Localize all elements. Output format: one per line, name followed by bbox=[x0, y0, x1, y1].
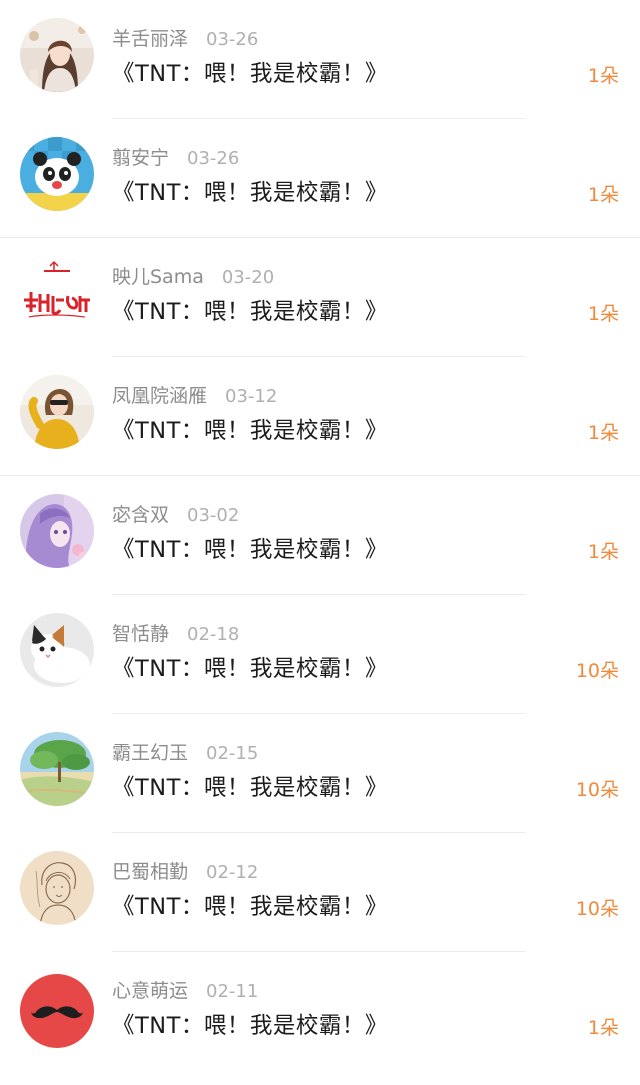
flower-count: 10朵 bbox=[575, 660, 619, 682]
book-title[interactable]: 《TNT：喂！我是校霸！》 bbox=[112, 1008, 388, 1044]
avatar[interactable] bbox=[20, 375, 94, 449]
gift-list: 羊舌丽泽 03-26 《TNT：喂！我是校霸！》 1朵 翦安宁 03-26 《T… bbox=[0, 0, 640, 1085]
entry-date: 03-26 bbox=[187, 148, 240, 169]
list-item[interactable]: 宓含双 03-02 《TNT：喂！我是校霸！》 1朵 bbox=[0, 476, 640, 595]
entry-meta: 心意萌运 02-11 bbox=[112, 976, 258, 1006]
book-title[interactable]: 《TNT：喂！我是校霸！》 bbox=[112, 651, 388, 687]
handwriting-logo-avatar-icon bbox=[20, 256, 94, 330]
avatar[interactable] bbox=[20, 18, 94, 92]
entry-meta: 羊舌丽泽 03-26 bbox=[112, 24, 258, 54]
avatar[interactable] bbox=[20, 732, 94, 806]
flower-count: 10朵 bbox=[575, 898, 619, 920]
avatar[interactable] bbox=[20, 974, 94, 1048]
book-title[interactable]: 《TNT：喂！我是校霸！》 bbox=[112, 294, 388, 330]
flower-count: 1朵 bbox=[587, 1017, 619, 1039]
user-name[interactable]: 映儿Sama bbox=[112, 266, 204, 288]
mustache-avatar-icon bbox=[20, 974, 94, 1048]
book-title[interactable]: 《TNT：喂！我是校霸！》 bbox=[112, 889, 388, 925]
flower-count: 1朵 bbox=[587, 184, 619, 206]
user-name[interactable]: 凤凰院涵雁 bbox=[112, 385, 207, 407]
entry-meta: 翦安宁 03-26 bbox=[112, 143, 239, 173]
entry-date: 02-12 bbox=[206, 862, 259, 883]
flower-count: 10朵 bbox=[575, 779, 619, 801]
entry-date: 03-26 bbox=[206, 29, 259, 50]
girl-photo-avatar-icon bbox=[20, 18, 94, 92]
flower-count: 1朵 bbox=[587, 65, 619, 87]
entry-date: 03-02 bbox=[187, 505, 240, 526]
list-item[interactable]: 羊舌丽泽 03-26 《TNT：喂！我是校霸！》 1朵 bbox=[0, 0, 640, 119]
entry-meta: 智恬静 02-18 bbox=[112, 619, 239, 649]
avatar[interactable] bbox=[20, 494, 94, 568]
user-name[interactable]: 宓含双 bbox=[112, 504, 169, 526]
list-item[interactable]: 翦安宁 03-26 《TNT：喂！我是校霸！》 1朵 bbox=[0, 119, 640, 238]
anime-girl-avatar-icon bbox=[20, 494, 94, 568]
entry-meta: 宓含双 03-02 bbox=[112, 500, 239, 530]
list-item[interactable]: 霸王幻玉 02-15 《TNT：喂！我是校霸！》 10朵 bbox=[0, 714, 640, 833]
user-name[interactable]: 心意萌运 bbox=[112, 980, 188, 1002]
list-item[interactable]: 巴蜀相勤 02-12 《TNT：喂！我是校霸！》 10朵 bbox=[0, 833, 640, 952]
cat-avatar-icon bbox=[20, 613, 94, 687]
entry-date: 02-11 bbox=[206, 981, 259, 1002]
user-name[interactable]: 翦安宁 bbox=[112, 147, 169, 169]
avatar[interactable] bbox=[20, 256, 94, 330]
entry-meta: 霸王幻玉 02-15 bbox=[112, 738, 258, 768]
flower-count: 1朵 bbox=[587, 422, 619, 444]
book-title[interactable]: 《TNT：喂！我是校霸！》 bbox=[112, 175, 388, 211]
avatar[interactable] bbox=[20, 137, 94, 211]
list-item[interactable]: 智恬静 02-18 《TNT：喂！我是校霸！》 10朵 bbox=[0, 595, 640, 714]
book-title[interactable]: 《TNT：喂！我是校霸！》 bbox=[112, 56, 388, 92]
list-item[interactable]: 映儿Sama 03-20 《TNT：喂！我是校霸！》 1朵 bbox=[0, 238, 640, 357]
panda-avatar-icon bbox=[20, 137, 94, 211]
user-name[interactable]: 霸王幻玉 bbox=[112, 742, 188, 764]
user-name[interactable]: 智恬静 bbox=[112, 623, 169, 645]
flower-count: 1朵 bbox=[587, 541, 619, 563]
list-item[interactable]: 心意萌运 02-11 《TNT：喂！我是校霸！》 1朵 bbox=[0, 952, 640, 1071]
landscape-avatar-icon bbox=[20, 732, 94, 806]
entry-meta: 凤凰院涵雁 03-12 bbox=[112, 381, 277, 411]
book-title[interactable]: 《TNT：喂！我是校霸！》 bbox=[112, 770, 388, 806]
entry-date: 02-15 bbox=[206, 743, 259, 764]
user-name[interactable]: 巴蜀相勤 bbox=[112, 861, 188, 883]
flower-count: 1朵 bbox=[587, 303, 619, 325]
book-title[interactable]: 《TNT：喂！我是校霸！》 bbox=[112, 413, 388, 449]
list-item[interactable]: 凤凰院涵雁 03-12 《TNT：喂！我是校霸！》 1朵 bbox=[0, 357, 640, 476]
book-title[interactable]: 《TNT：喂！我是校霸！》 bbox=[112, 532, 388, 568]
entry-date: 03-20 bbox=[221, 267, 275, 288]
avatar[interactable] bbox=[20, 613, 94, 687]
entry-meta: 映儿Sama 03-20 bbox=[112, 262, 274, 292]
sketch-avatar-icon bbox=[20, 851, 94, 925]
entry-date: 02-18 bbox=[187, 624, 240, 645]
yellow-sweater-avatar-icon bbox=[20, 375, 94, 449]
avatar[interactable] bbox=[20, 851, 94, 925]
entry-date: 03-12 bbox=[225, 386, 278, 407]
entry-meta: 巴蜀相勤 02-12 bbox=[112, 857, 258, 887]
user-name[interactable]: 羊舌丽泽 bbox=[112, 28, 188, 50]
